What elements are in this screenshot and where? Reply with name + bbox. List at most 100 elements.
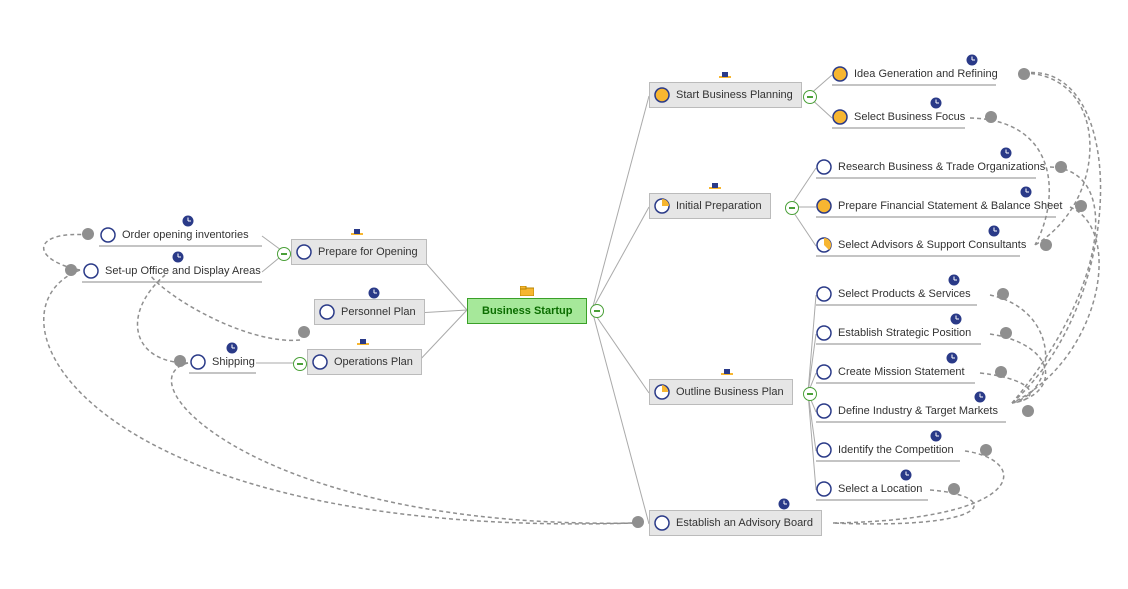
progress-none-icon — [190, 354, 206, 370]
leaf-define-industry[interactable]: Define Industry & Target Markets — [816, 403, 998, 419]
leaf-research-orgs[interactable]: Research Business & Trade Organizations — [816, 159, 1045, 175]
collapse-icon[interactable] — [293, 357, 307, 371]
leaf-order-inventories[interactable]: Order opening inventories — [100, 227, 249, 243]
progress-none-icon — [83, 263, 99, 279]
collapse-icon[interactable] — [803, 387, 817, 401]
clock-icon — [930, 430, 942, 442]
clock-icon — [182, 215, 194, 227]
folder-icon — [520, 286, 534, 296]
node-operations-plan[interactable]: Operations Plan — [307, 349, 422, 375]
link-dot — [298, 326, 310, 338]
link-dot — [174, 355, 186, 367]
link-dot — [1055, 161, 1067, 173]
leaf-shipping[interactable]: Shipping — [190, 354, 255, 370]
link-dot — [1040, 239, 1052, 251]
link-dot — [985, 111, 997, 123]
progress-none-icon — [816, 442, 832, 458]
leaf-mission-statement[interactable]: Create Mission Statement — [816, 364, 965, 380]
leaf-label: Select a Location — [838, 483, 922, 495]
leaf-strategic-position[interactable]: Establish Strategic Position — [816, 325, 971, 341]
progress-none-icon — [816, 325, 832, 341]
link-dot — [948, 483, 960, 495]
clock-icon — [368, 287, 380, 299]
clock-icon — [1000, 147, 1012, 159]
link-dot — [980, 444, 992, 456]
collapse-icon[interactable] — [590, 304, 604, 318]
progress-none-icon — [654, 515, 670, 531]
clock-icon — [988, 225, 1000, 237]
node-initial-prep[interactable]: Initial Preparation — [649, 193, 771, 219]
root-node-label: Business Startup — [482, 305, 572, 317]
node-label: Outline Business Plan — [676, 386, 784, 398]
progress-partial-icon — [654, 198, 670, 214]
link-dot — [997, 288, 1009, 300]
node-label: Personnel Plan — [341, 306, 416, 318]
node-prepare-opening[interactable]: Prepare for Opening — [291, 239, 427, 265]
clock-icon — [778, 498, 790, 510]
clock-icon — [946, 352, 958, 364]
clock-icon — [974, 391, 986, 403]
collapse-icon[interactable] — [785, 201, 799, 215]
clock-icon — [948, 274, 960, 286]
hat-icon — [720, 369, 734, 377]
leaf-label: Order opening inventories — [122, 229, 249, 241]
hat-icon — [708, 183, 722, 191]
leaf-financial-statement[interactable]: Prepare Financial Statement & Balance Sh… — [816, 198, 1062, 214]
progress-none-icon — [100, 227, 116, 243]
clock-icon — [966, 54, 978, 66]
leaf-competition[interactable]: Identify the Competition — [816, 442, 954, 458]
collapse-icon[interactable] — [803, 90, 817, 104]
leaf-location[interactable]: Select a Location — [816, 481, 922, 497]
leaf-label: Create Mission Statement — [838, 366, 965, 378]
progress-none-icon — [816, 403, 832, 419]
progress-none-icon — [816, 159, 832, 175]
progress-none-icon — [319, 304, 335, 320]
clock-icon — [226, 342, 238, 354]
node-label: Prepare for Opening — [318, 246, 418, 258]
progress-none-icon — [296, 244, 312, 260]
progress-none-icon — [312, 354, 328, 370]
progress-none-icon — [816, 286, 832, 302]
leaf-select-products[interactable]: Select Products & Services — [816, 286, 971, 302]
link-dot — [65, 264, 77, 276]
progress-full-icon — [654, 87, 670, 103]
leaf-label: Identify the Competition — [838, 444, 954, 456]
leaf-label: Define Industry & Target Markets — [838, 405, 998, 417]
leaf-label: Shipping — [212, 356, 255, 368]
leaf-label: Select Products & Services — [838, 288, 971, 300]
leaf-label: Select Advisors & Support Consultants — [838, 239, 1026, 251]
link-dot — [1075, 200, 1087, 212]
progress-full-icon — [816, 198, 832, 214]
progress-none-icon — [816, 364, 832, 380]
node-label: Operations Plan — [334, 356, 413, 368]
node-label: Establish an Advisory Board — [676, 517, 813, 529]
node-personnel-plan[interactable]: Personnel Plan — [314, 299, 425, 325]
leaf-idea-generation[interactable]: Idea Generation and Refining — [832, 66, 998, 82]
link-dot — [1018, 68, 1030, 80]
clock-icon — [1020, 186, 1032, 198]
link-dot — [995, 366, 1007, 378]
leaf-select-advisors[interactable]: Select Advisors & Support Consultants — [816, 237, 1026, 253]
progress-full-icon — [832, 109, 848, 125]
leaf-setup-office[interactable]: Set-up Office and Display Areas — [83, 263, 261, 279]
leaf-label: Set-up Office and Display Areas — [105, 265, 261, 277]
link-dot — [1000, 327, 1012, 339]
link-dot — [82, 228, 94, 240]
progress-full-icon — [832, 66, 848, 82]
clock-icon — [900, 469, 912, 481]
collapse-icon[interactable] — [277, 247, 291, 261]
root-node[interactable]: Business Startup — [467, 298, 587, 324]
progress-none-icon — [816, 481, 832, 497]
node-advisory-board[interactable]: Establish an Advisory Board — [649, 510, 822, 536]
node-label: Start Business Planning — [676, 89, 793, 101]
leaf-select-focus[interactable]: Select Business Focus — [832, 109, 965, 125]
progress-partial-icon — [816, 237, 832, 253]
leaf-label: Select Business Focus — [854, 111, 965, 123]
leaf-label: Prepare Financial Statement & Balance Sh… — [838, 200, 1062, 212]
node-outline-plan[interactable]: Outline Business Plan — [649, 379, 793, 405]
leaf-label: Establish Strategic Position — [838, 327, 971, 339]
progress-partial-icon — [654, 384, 670, 400]
node-start-planning[interactable]: Start Business Planning — [649, 82, 802, 108]
leaf-label: Research Business & Trade Organizations — [838, 161, 1045, 173]
hat-icon — [356, 339, 370, 347]
